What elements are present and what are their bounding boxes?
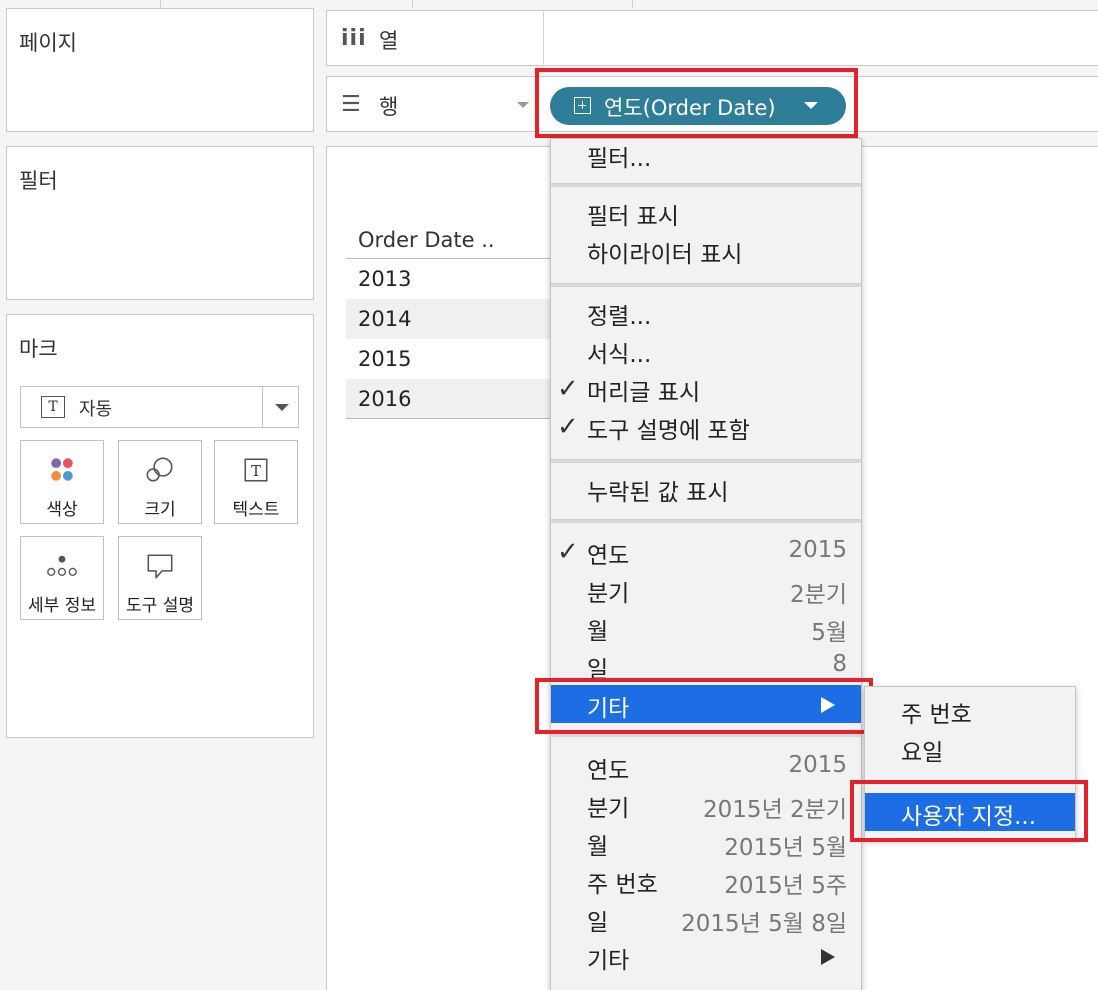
menu-item-year-discrete[interactable]: ✓ 연도 2015: [551, 532, 861, 570]
menu-item-show-missing-values[interactable]: 누락된 값 표시: [551, 469, 861, 507]
text-button[interactable]: T 텍스트: [214, 440, 298, 524]
menu-item-day-continuous[interactable]: 일 2015년 5월 8일: [551, 899, 861, 937]
highlight-box-pill: [535, 68, 858, 138]
tooltip-button-label: 도구 설명: [126, 596, 194, 616]
menu-separator: [551, 183, 861, 187]
menu-item-month-discrete[interactable]: 월 5월: [551, 608, 861, 646]
color-button[interactable]: 색상: [20, 440, 104, 524]
filters-title: 필터: [19, 169, 58, 193]
pages-title: 페이지: [19, 31, 77, 55]
menu-item-quarter-discrete[interactable]: 분기 2분기: [551, 570, 861, 608]
columns-shelf[interactable]: iii 열: [326, 10, 1098, 67]
size-button-label: 크기: [144, 500, 176, 520]
size-circles-icon: [146, 457, 173, 482]
shelf-divider: [543, 11, 544, 67]
menu-item-quarter-continuous[interactable]: 분기 2015년 2분기: [551, 785, 861, 823]
color-dots-icon: [51, 458, 73, 481]
detail-button[interactable]: 세부 정보: [20, 536, 104, 620]
text-button-label: 텍스트: [232, 500, 280, 520]
detail-dots-icon: [47, 555, 77, 576]
size-button[interactable]: 크기: [118, 440, 202, 524]
rows-shelf-caret-icon[interactable]: [517, 102, 529, 108]
marks-card: 마크: [6, 314, 314, 738]
mark-type-dropdown[interactable]: T 자동: [20, 386, 299, 428]
top-toolbar-strip: [0, 0, 1098, 8]
menu-item-year-continuous[interactable]: 연도 2015: [551, 747, 861, 785]
tooltip-button[interactable]: 도구 설명: [118, 536, 202, 620]
columns-label: 열: [379, 29, 399, 53]
menu-item-sort[interactable]: 정렬...: [551, 293, 861, 331]
menu-item-month-continuous[interactable]: 월 2015년 5월: [551, 823, 861, 861]
mark-type-label: 자동: [79, 399, 113, 420]
pages-shelf[interactable]: 페이지: [6, 8, 314, 132]
menu-item-show-highlighter[interactable]: 하이라이터 표시: [551, 231, 861, 269]
checkmark-icon: ✓: [557, 374, 579, 404]
table-row[interactable]: 2016: [346, 379, 551, 419]
highlight-box-more: [535, 678, 873, 734]
menu-item-week-continuous[interactable]: 주 번호 2015년 5주: [551, 861, 861, 899]
svg-text:T: T: [251, 463, 261, 480]
menu-item-format[interactable]: 서식...: [551, 331, 861, 369]
pill-context-menu: 필터... 필터 표시 하이라이터 표시 정렬... 서식... ✓ 머리글 표…: [550, 138, 862, 990]
highlight-box-custom: [850, 780, 1088, 842]
submenu-item-week-number[interactable]: 주 번호: [865, 691, 1075, 729]
submenu-item-weekday[interactable]: 요일: [865, 729, 1075, 767]
checkmark-icon: ✓: [557, 537, 579, 567]
marks-title: 마크: [19, 337, 58, 361]
menu-separator: [551, 283, 861, 287]
chevron-down-icon[interactable]: [275, 404, 289, 411]
checkmark-icon: ✓: [557, 412, 579, 442]
table-row[interactable]: 2014: [346, 299, 551, 339]
tooltip-bubble-icon: [147, 554, 173, 579]
dropdown-separator: [262, 387, 263, 427]
menu-item-show-header[interactable]: ✓ 머리글 표시: [551, 369, 861, 407]
detail-button-label: 세부 정보: [28, 596, 96, 616]
rows-icon: ☰: [341, 92, 361, 117]
filters-shelf[interactable]: 필터: [6, 146, 314, 300]
color-button-label: 색상: [46, 500, 78, 520]
table-row[interactable]: 2015: [346, 339, 551, 379]
columns-icon: iii: [341, 26, 367, 51]
rows-label: 행: [379, 95, 399, 119]
menu-item-filter[interactable]: 필터...: [551, 135, 861, 173]
menu-item-include-in-tooltip[interactable]: ✓ 도구 설명에 포함: [551, 407, 861, 445]
text-T-icon: T: [244, 458, 268, 482]
submenu-arrow-icon: [821, 949, 835, 965]
menu-separator: [551, 459, 861, 463]
menu-item-more-continuous[interactable]: 기타: [551, 937, 861, 975]
menu-item-show-filter[interactable]: 필터 표시: [551, 193, 861, 231]
table-row[interactable]: 2013: [346, 259, 551, 299]
text-mark-icon: T: [41, 396, 65, 418]
column-header[interactable]: Order Date ..: [358, 228, 495, 252]
menu-separator: [551, 519, 861, 523]
